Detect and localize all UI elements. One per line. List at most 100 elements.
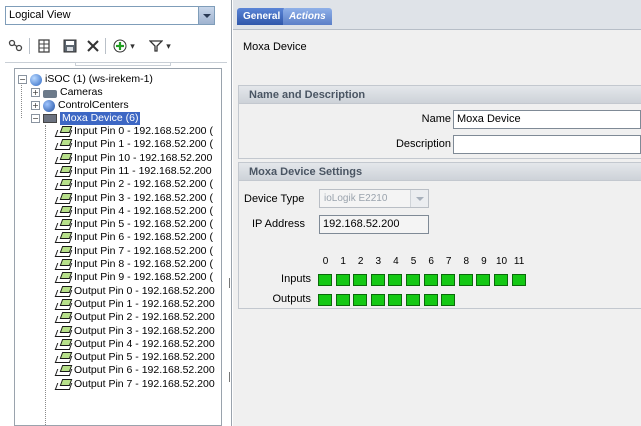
tree-node-cameras[interactable]: + Cameras — [31, 86, 103, 99]
tree-node-pin[interactable]: Input Pin 2 - 192.168.52.200 ( — [55, 178, 213, 191]
device-title: Moxa Device — [243, 41, 307, 53]
tree-node-pin[interactable]: Output Pin 2 - 192.168.52.200 — [55, 311, 215, 324]
add-button[interactable]: ▾ — [109, 34, 139, 58]
tree-node-label: Moxa Device (6) — [60, 112, 141, 125]
device-type-value: ioLogik E2210 — [324, 193, 388, 204]
tree-node-label: Output Pin 5 - 192.168.52.200 — [74, 351, 215, 364]
tree-node-label: Output Pin 1 - 192.168.52.200 — [74, 297, 215, 310]
pin-number-label: 2 — [357, 256, 364, 267]
pin-number-label: 7 — [445, 256, 452, 267]
output-indicator[interactable] — [318, 294, 332, 306]
input-indicator — [388, 274, 403, 286]
tree-node-label: Input Pin 5 - 192.168.52.200 ( — [74, 218, 213, 231]
tree-node-pin[interactable]: Input Pin 6 - 192.168.52.200 ( — [55, 231, 213, 244]
tab-actions[interactable]: Actions — [283, 8, 332, 25]
splitter-grip[interactable] — [229, 278, 232, 288]
tree-node-pin[interactable]: Input Pin 1 - 192.168.52.200 ( — [55, 138, 213, 151]
output-indicator[interactable] — [335, 294, 350, 306]
tree-node-pin[interactable]: Input Pin 3 - 192.168.52.200 ( — [55, 192, 213, 205]
pin-icon — [55, 206, 71, 217]
outputs-label: Outputs — [272, 293, 311, 305]
tree-node-label: Input Pin 0 - 192.168.52.200 ( — [74, 125, 213, 137]
tree-node-pin[interactable]: Input Pin 10 - 192.168.52.200 — [55, 152, 212, 165]
tree-node-label: Cameras — [60, 86, 103, 98]
pin-number-label: 11 — [513, 256, 525, 267]
tree-node-pin[interactable]: Output Pin 5 - 192.168.52.200 — [55, 351, 215, 364]
tree-node-pin[interactable]: Input Pin 4 - 192.168.52.200 ( — [55, 205, 213, 218]
save-icon[interactable] — [59, 34, 81, 58]
tree-node-pin[interactable]: Output Pin 7 - 192.168.52.200 — [55, 378, 215, 391]
tree-node-label: iSOC (1) (ws-irekem-1) — [45, 73, 153, 85]
output-indicator[interactable] — [406, 294, 420, 306]
tree-node-controlcenters[interactable]: + ControlCenters — [31, 99, 129, 112]
collapse-icon[interactable]: − — [18, 75, 27, 84]
inputs-label: Inputs — [281, 273, 311, 285]
tree-node-label: Output Pin 0 - 192.168.52.200 — [74, 284, 215, 297]
tree-toolbar: ▾ ▾ — [5, 34, 227, 60]
tree-node-pin[interactable]: Input Pin 9 - 192.168.52.200 ( — [55, 271, 213, 284]
pin-icon — [55, 139, 71, 150]
output-indicator[interactable] — [423, 294, 438, 306]
pin-number-label: 5 — [410, 256, 417, 267]
tree-node-pin[interactable]: Input Pin 11 - 192.168.52.200 — [55, 165, 212, 178]
pin-number-label: 10 — [495, 256, 508, 267]
link-icon[interactable] — [5, 34, 27, 58]
input-indicator — [406, 274, 420, 286]
toolbar-separator — [29, 38, 30, 54]
pin-icon — [55, 299, 71, 310]
ip-address-label: IP Address — [252, 218, 305, 230]
input-indicator — [370, 274, 385, 286]
chevron-down-icon[interactable] — [198, 7, 214, 24]
tree-node-pin[interactable]: Output Pin 0 - 192.168.52.200 — [55, 285, 215, 298]
properties-content: Moxa Device Name and Description Name Mo… — [233, 31, 641, 426]
ip-address-input[interactable]: 192.168.52.200 — [319, 215, 429, 234]
tree-node-pin[interactable]: Output Pin 3 - 192.168.52.200 — [55, 325, 215, 338]
filter-button[interactable]: ▾ — [145, 34, 175, 58]
grid-icon[interactable] — [33, 34, 55, 58]
globe-icon — [30, 73, 42, 86]
tree-node-label: Input Pin 9 - 192.168.52.200 ( — [74, 271, 213, 284]
device-tree[interactable]: − iSOC (1) (ws-irekem-1) + Cameras + Con… — [14, 68, 222, 426]
name-description-section: Name and Description Name Moxa Device De… — [238, 85, 641, 159]
tree-node-pin[interactable]: Input Pin 8 - 192.168.52.200 ( — [55, 258, 213, 271]
tree-node-pin[interactable]: Input Pin 7 - 192.168.52.200 ( — [55, 245, 213, 258]
tree-node-pin[interactable]: Input Pin 5 - 192.168.52.200 ( — [55, 218, 213, 231]
output-indicator[interactable] — [388, 294, 403, 306]
tree-node-root[interactable]: − iSOC (1) (ws-irekem-1) — [18, 73, 153, 86]
input-indicator — [511, 274, 526, 286]
name-input[interactable]: Moxa Device — [453, 110, 641, 129]
collapse-icon[interactable]: − — [31, 114, 40, 123]
description-label: Description — [395, 138, 451, 150]
tree-node-moxa-device[interactable]: − Moxa Device (6) — [31, 112, 141, 125]
tab-general[interactable]: General — [237, 8, 287, 25]
tree-node-label: ControlCenters — [58, 99, 129, 111]
expand-icon[interactable]: + — [31, 101, 40, 110]
tree-node-pin[interactable]: Output Pin 1 - 192.168.52.200 — [55, 298, 215, 311]
pin-number-label: 1 — [340, 256, 346, 267]
pin-icon — [55, 219, 71, 230]
toolbar-separator — [105, 38, 106, 54]
splitter-grip[interactable] — [229, 372, 232, 382]
pin-icon — [55, 232, 71, 243]
pin-icon — [55, 365, 71, 376]
pin-icon — [55, 326, 71, 337]
tree-node-pin[interactable]: Input Pin 0 - 192.168.52.200 ( — [55, 125, 213, 138]
expand-icon[interactable]: + — [31, 88, 40, 97]
chevron-down-icon: ▾ — [166, 40, 171, 51]
pin-icon — [55, 379, 71, 390]
close-icon[interactable] — [83, 34, 103, 58]
chevron-down-icon — [410, 190, 428, 207]
view-select[interactable]: Logical View — [5, 6, 215, 25]
tree-node-pin[interactable]: Output Pin 4 - 192.168.52.200 — [55, 338, 215, 351]
input-indicator — [458, 274, 473, 286]
tree-node-label: Input Pin 10 - 192.168.52.200 — [74, 151, 213, 164]
section-header: Name and Description — [239, 86, 641, 104]
input-indicator — [353, 274, 368, 286]
description-input[interactable] — [453, 135, 641, 154]
output-indicator[interactable] — [353, 294, 368, 306]
pin-number-label: 8 — [463, 256, 470, 267]
output-indicator[interactable] — [370, 294, 385, 306]
output-indicator[interactable] — [441, 294, 456, 306]
tree-node-pin[interactable]: Output Pin 6 - 192.168.52.200 — [55, 364, 215, 377]
tree-node-label: Output Pin 6 - 192.168.52.200 — [74, 364, 215, 377]
